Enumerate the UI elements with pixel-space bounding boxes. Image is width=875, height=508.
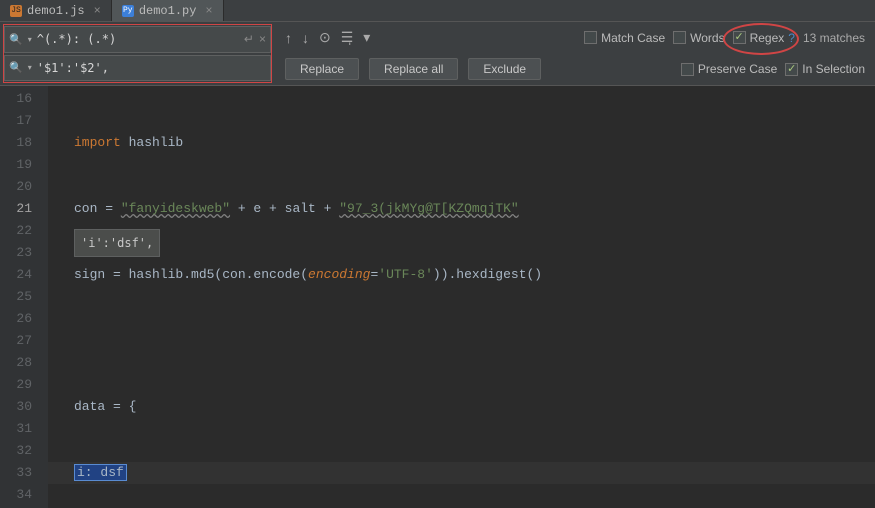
find-input[interactable] — [37, 32, 239, 46]
exclude-button[interactable]: Exclude — [468, 58, 541, 80]
tab-demo1-py[interactable]: Py demo1.py × — [112, 0, 224, 21]
tab-demo1-js[interactable]: JS demo1.js × — [0, 0, 112, 21]
clear-icon[interactable]: × — [259, 32, 266, 46]
py-file-icon: Py — [122, 5, 134, 17]
code-body[interactable]: import hashlib con = "fanyideskweb" + e … — [48, 86, 875, 508]
preserve-case-checkbox[interactable]: Preserve Case — [681, 62, 777, 76]
js-file-icon: JS — [10, 5, 22, 17]
prev-occurrence-icon[interactable]: ↑ — [285, 30, 292, 46]
close-icon[interactable]: × — [205, 4, 212, 18]
tab-label: demo1.py — [139, 4, 197, 18]
match-count: 13 matches — [803, 31, 865, 45]
chevron-down-icon[interactable]: ▾ — [28, 63, 32, 72]
replace-button[interactable]: Replace — [285, 58, 359, 80]
match-case-checkbox[interactable]: Match Case — [584, 31, 665, 45]
enter-icon[interactable]: ↵ — [244, 32, 254, 46]
close-icon[interactable]: × — [94, 4, 101, 18]
search-fields: 🔍 ▾ ↵ × 🔍 ▾ — [0, 22, 275, 85]
match-highlight: i: dsf — [74, 464, 127, 481]
next-occurrence-icon[interactable]: ↓ — [302, 30, 309, 46]
editor-area: 16 17 18 19 20 21 22 23 24 25 26 27 28 2… — [0, 86, 875, 508]
words-checkbox[interactable]: Words — [673, 31, 724, 45]
find-replace-panel: 🔍 ▾ ↵ × 🔍 ▾ ↑ ↓ ⊙ ☰̩ ▾ Match Case Wor — [0, 22, 875, 86]
chevron-down-icon[interactable]: ▾ — [28, 35, 32, 44]
replace-row: 🔍 ▾ — [4, 55, 271, 82]
gutter: 16 17 18 19 20 21 22 23 24 25 26 27 28 2… — [0, 86, 48, 508]
replace-all-button[interactable]: Replace all — [369, 58, 458, 80]
regex-help-icon[interactable]: ? — [788, 31, 795, 45]
tab-label: demo1.js — [27, 4, 85, 18]
add-selection-icon[interactable]: ☰̩ — [341, 29, 354, 46]
filter-icon[interactable]: ▾ — [363, 29, 370, 46]
find-row: 🔍 ▾ ↵ × — [4, 26, 271, 53]
replace-preview-tooltip: 'i':'dsf', — [74, 229, 160, 257]
replace-input[interactable] — [37, 61, 266, 75]
in-selection-checkbox[interactable]: In Selection — [785, 62, 865, 76]
search-icon: 🔍 — [9, 33, 23, 46]
search-icon: 🔍 — [9, 61, 23, 74]
select-all-icon[interactable]: ⊙ — [319, 29, 331, 46]
regex-checkbox-group: Regex ? — [733, 31, 795, 45]
editor-tabbar: JS demo1.js × Py demo1.py × — [0, 0, 875, 22]
regex-checkbox[interactable]: Regex — [733, 31, 785, 45]
search-toolbar: ↑ ↓ ⊙ ☰̩ ▾ Match Case Words Regex ? 13 m… — [275, 22, 875, 85]
